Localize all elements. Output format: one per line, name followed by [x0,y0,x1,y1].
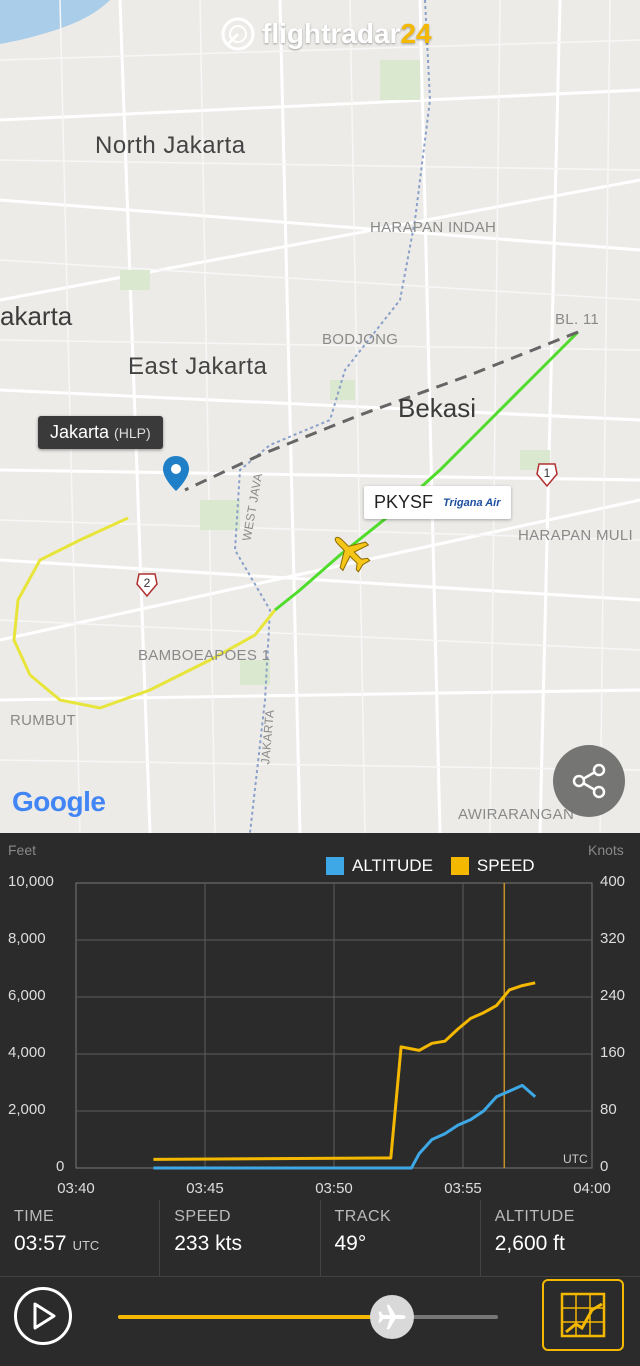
y-right-tick: 240 [600,987,626,1004]
chart-icon [560,1292,606,1338]
altitude-value: 2,600 ft [494,1232,565,1255]
slider-fill [118,1315,392,1319]
label-harapan-indah: HARAPAN INDAH [370,219,497,236]
speed-value: 233 kts [174,1232,242,1255]
flightradar-logo: flightradar 24 [220,16,432,52]
y-left-tick: 8,000 [8,930,46,947]
label-bekasi: Bekasi [398,393,477,423]
plane-icon [377,1304,406,1330]
label-east-jakarta: East Jakarta [128,353,268,380]
flight-stats-bar: TIME 03:57 UTC SPEED 233 kts TRACK 49° AL… [0,1200,640,1276]
speed-label: SPEED [174,1208,231,1225]
x-tick: 03:45 [186,1180,224,1197]
route-shield-1: 1 [536,462,558,488]
time-unit: UTC [72,1238,100,1253]
share-button[interactable] [553,745,625,817]
time-value: 03:57 [14,1232,67,1255]
label-harapan-mulia: HARAPAN MULI [518,527,634,544]
legend-speed: SPEED [476,856,535,875]
altitude-series-line [153,1083,537,1170]
utc-label: UTC [563,1152,588,1166]
label-rumbut: RUMBUT [10,712,76,729]
y-left-tick: 0 [56,1158,65,1175]
flight-track-green [274,330,580,612]
flight-label[interactable]: PKYSF Trigana Air [364,486,511,519]
route-shield-2: 2 [136,572,158,598]
speed-series-line [153,981,536,1161]
airport-label[interactable]: Jakarta (HLP) [38,416,163,449]
aircraft-icon[interactable] [328,530,372,579]
logo-number: 24 [400,18,432,49]
x-tick: 03:50 [315,1180,353,1197]
google-logo: Google [12,786,106,818]
unit-left: Feet [8,842,37,858]
chart-toggle-button[interactable] [542,1279,624,1351]
airport-code: (HLP) [114,425,151,441]
logo-text: flightradar [262,18,401,49]
label-bodjong: BODJONG [322,331,399,348]
play-icon [33,1302,56,1330]
map-view[interactable]: flightradar 24 North Jakarta HARAPAN INDA… [0,0,640,833]
x-tick: 03:40 [57,1180,95,1197]
airline-logo: Trigana Air [443,496,501,509]
legend-altitude: ALTITUDE [352,856,433,875]
altitude-label: ALTITUDE [494,1208,575,1225]
y-left-tick: 4,000 [8,1044,46,1061]
y-right-tick: 160 [600,1044,626,1061]
legend-altitude-swatch [326,857,344,875]
label-bl11: BL. 11 [555,311,600,328]
y-right-tick: 320 [600,930,626,947]
chart-legend: ALTITUDE SPEED [326,856,535,876]
x-tick: 04:00 [573,1180,611,1197]
sea-area [0,0,110,44]
route-shield-1-label: 1 [543,466,551,480]
y-right-tick: 80 [600,1101,617,1118]
airport-name: Jakarta [50,422,110,442]
stat-speed: SPEED 233 kts [160,1200,321,1276]
stat-track: TRACK 49° [321,1200,481,1276]
stat-time: TIME 03:57 UTC [0,1200,161,1276]
y-left-tick: 6,000 [8,987,46,1004]
unit-right: Knots [588,842,624,858]
y-left-tick: 2,000 [8,1101,46,1118]
flight-registration: PKYSF [374,492,434,512]
radar-icon [221,17,255,51]
label-awirarangan: AWIRARANGAN [458,806,575,823]
airport-pin-icon[interactable] [162,455,190,498]
y-left-tick: 10,000 [8,873,54,890]
route-shield-2-label: 2 [143,576,151,590]
legend-speed-swatch [450,857,469,875]
play-button[interactable] [14,1287,72,1345]
playback-slider[interactable] [118,1295,498,1339]
google-text: Google [12,786,106,817]
playback-controls [0,1276,640,1366]
chart-canvas [75,882,593,1170]
y-right-tick: 0 [600,1158,609,1175]
track-value: 49° [334,1232,367,1255]
label-north-jakarta: North Jakarta [95,132,246,159]
time-label: TIME [14,1208,55,1225]
share-icon [572,763,606,799]
y-right-tick: 400 [600,873,626,890]
label-jakarta-partial: akarta [0,301,73,331]
label-bamboeapoes: BAMBOEAPOES 1 [138,647,271,664]
x-tick: 03:55 [444,1180,482,1197]
altitude-speed-chart[interactable] [0,833,640,1200]
track-label: TRACK [334,1208,392,1225]
slider-thumb[interactable] [369,1295,414,1339]
stat-altitude: ALTITUDE 2,600 ft [481,1200,640,1276]
